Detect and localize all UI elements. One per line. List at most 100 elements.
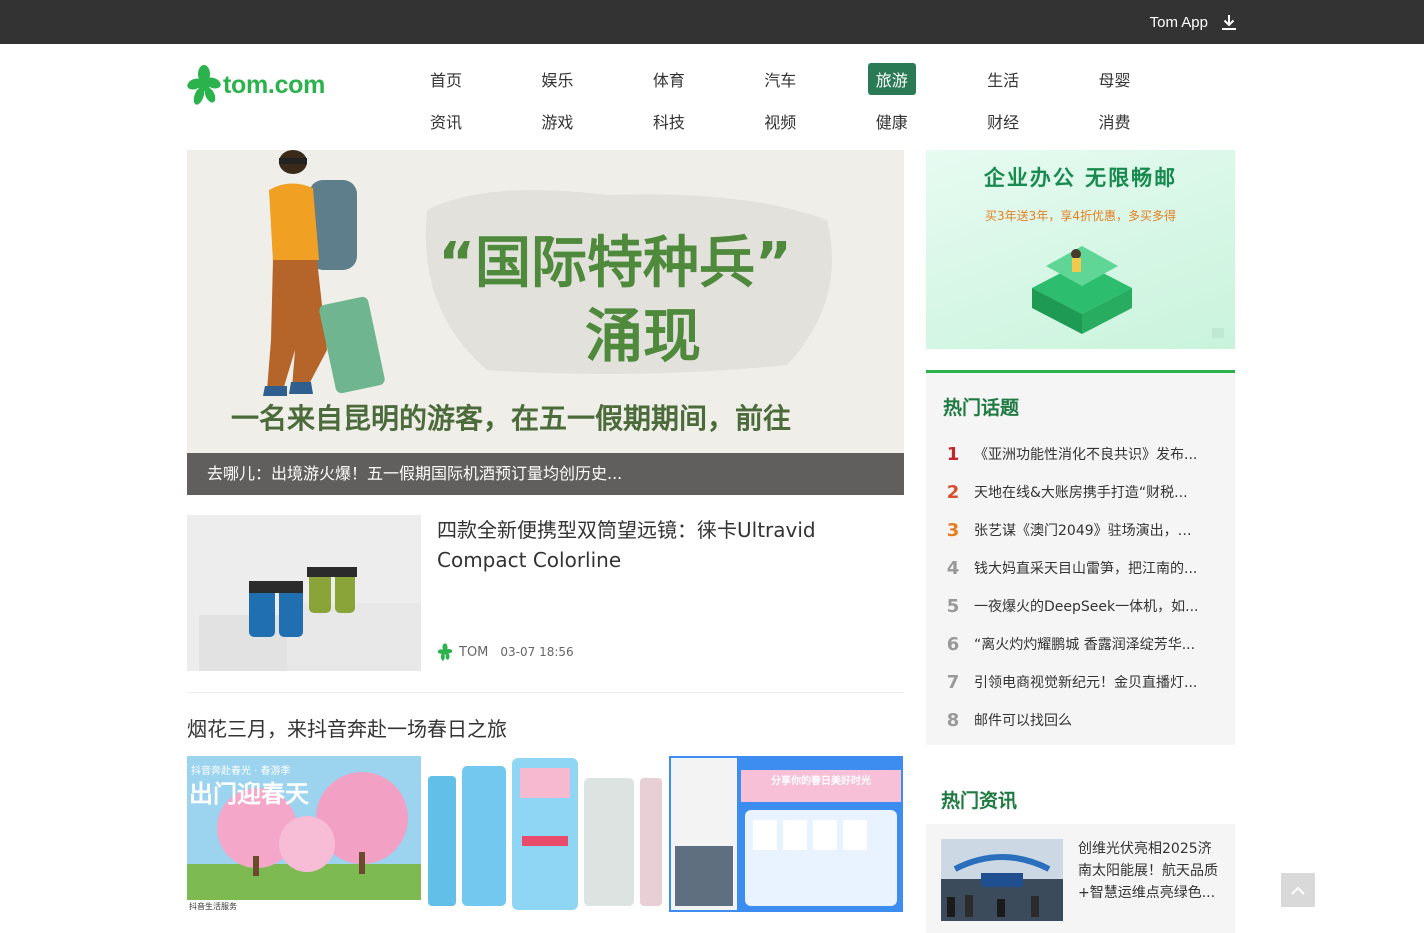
hero-caption[interactable]: 去哪儿：出境游火爆！五一假期国际机酒预订量均创历史...: [187, 453, 904, 495]
hot-topic-item[interactable]: 6 “离火灼灼耀鹏城 香露润泽绽芳华...: [926, 625, 1235, 663]
gallery-image-2[interactable]: [428, 756, 662, 912]
hot-topic-rank: 1: [946, 443, 960, 465]
expo-hall-image: [941, 839, 1063, 921]
hot-news-item[interactable]: 创维光伏亮相2025济南太阳能展！航天品质+智慧运维点亮绿色...: [926, 824, 1235, 933]
hot-topic-text: 引领电商视觉新纪元！金贝直播灯...: [974, 675, 1198, 691]
nav-item-label: 科技: [652, 113, 685, 132]
nav-item[interactable]: 视频: [744, 105, 855, 137]
hot-news-text[interactable]: 创维光伏亮相2025济南太阳能展！航天品质+智慧运维点亮绿色...: [1078, 838, 1223, 904]
hot-topic-item[interactable]: 3 张艺谋《澳门2049》驻场演出，掀...: [926, 511, 1235, 549]
hot-topics-panel: 热门话题 1 《亚洲功能性消化不良共识》发布... 2 天地在线&大账房携手打造“财税…: [926, 370, 1235, 745]
gallery-image-3-headline: 分享你的春日美好时光: [771, 774, 871, 787]
hot-topic-text: “离火灼灼耀鹏城 香露润泽绽芳华...: [974, 637, 1196, 653]
hot-topics-title: 热门话题: [943, 397, 1020, 419]
hot-topic-rank: 3: [946, 519, 960, 541]
nav-item-label: 体育: [652, 71, 685, 90]
hot-topic-rank: 8: [946, 709, 960, 731]
nav-item[interactable]: 财经: [967, 105, 1078, 137]
hot-topic-text: 《亚洲功能性消化不良共识》发布...: [974, 447, 1198, 463]
hero-image-quote: “国际特种兵”: [438, 231, 792, 296]
hot-topic-item[interactable]: 2 天地在线&大账房携手打造“财税...: [926, 473, 1235, 511]
hot-topic-text: 天地在线&大账房携手打造“财税...: [974, 485, 1188, 501]
gallery-image-1-footer: 抖音生活服务: [189, 901, 237, 911]
office-illustration: [1032, 246, 1224, 338]
nav-item-label: 娱乐: [541, 71, 574, 90]
nav-item[interactable]: 消费: [1079, 105, 1190, 137]
tom-source-icon: [437, 643, 453, 661]
gallery-image-1-headline: 出门迎春天: [189, 780, 309, 808]
hot-topic-rank: 6: [946, 633, 960, 655]
nav-item-label: 母婴: [1098, 71, 1131, 90]
nav-item[interactable]: 生活: [967, 63, 1078, 95]
nav-item[interactable]: 健康: [856, 105, 967, 137]
hot-topic-item[interactable]: 5 一夜爆火的DeepSeek一体机，如...: [926, 587, 1235, 625]
site-logo[interactable]: tom.com: [187, 64, 325, 106]
hot-topic-item[interactable]: 7 引领电商视觉新纪元！金贝直播灯...: [926, 663, 1235, 701]
nav-item-label: 首页: [430, 71, 463, 90]
hot-topic-item[interactable]: 4 钱大妈直采天目山雷笋，把江南的...: [926, 549, 1235, 587]
hot-topics-list: 1 《亚洲功能性消化不良共识》发布... 2 天地在线&大账房携手打造“财税... 3 张…: [926, 435, 1235, 739]
spring-share-image: 分享你的春日美好时光: [669, 756, 903, 912]
nav-item[interactable]: 资讯: [410, 105, 521, 137]
nav-item[interactable]: 母婴: [1079, 63, 1190, 95]
nav-item-label: 财经: [987, 113, 1020, 132]
download-icon: [1222, 15, 1236, 30]
nav-item[interactable]: 体育: [633, 63, 744, 95]
article-title[interactable]: 四款全新便携型双筒望远镜：徕卡Ultravid Compact Colorlin…: [437, 515, 857, 575]
top-bar: Tom App: [0, 0, 1424, 44]
gallery-image-3[interactable]: 分享你的春日美好时光: [669, 756, 903, 912]
hero-image: “国际特种兵” 涌现 一名来自昆明的游客，在五一假期期间，前往: [187, 150, 904, 495]
nav-row-2: 资讯 游戏 科技 视频 健康 财经 消费: [410, 100, 1190, 142]
hot-topic-item[interactable]: 8 邮件可以找回么: [926, 701, 1235, 739]
nav-item[interactable]: 娱乐: [521, 63, 632, 95]
hot-topic-rank: 5: [946, 595, 960, 617]
hot-topic-rank: 4: [946, 557, 960, 579]
nav-item-label: 生活: [987, 71, 1020, 90]
nav-item[interactable]: 游戏: [521, 105, 632, 137]
chevron-up-icon: [1291, 886, 1305, 895]
app-screens-image: [428, 756, 662, 912]
article-thumbnail[interactable]: [187, 515, 421, 671]
hero-banner[interactable]: “国际特种兵” 涌现 一名来自昆明的游客，在五一假期期间，前往 去哪儿：出境游火…: [187, 150, 904, 495]
back-to-top-button[interactable]: [1281, 873, 1315, 907]
hot-topic-text: 张艺谋《澳门2049》驻场演出，掀...: [974, 523, 1202, 539]
section-title[interactable]: 烟花三月，来抖音奔赴一场春日之旅: [187, 713, 507, 742]
hot-topic-item[interactable]: 1 《亚洲功能性消化不良共识》发布...: [926, 435, 1235, 473]
tom-app-label: Tom App: [1149, 13, 1208, 31]
hero-image-subtitle: 一名来自昆明的游客，在五一假期期间，前往: [231, 402, 791, 435]
ad-banner[interactable]: 企业办公 无限畅邮 买3年送3年，享4折优惠，多买多得: [926, 150, 1235, 349]
tom-logo-icon: [187, 65, 221, 105]
gallery-image-1[interactable]: 抖音奔赴春光 · 春游季 出门迎春天 抖音生活服务: [187, 756, 421, 912]
nav-row-1: 首页 娱乐 体育 汽车 旅游 生活 母婴: [410, 58, 1190, 100]
tom-app-download-link[interactable]: Tom App: [1150, 0, 1238, 44]
hot-news-title: 热门资讯: [941, 790, 1018, 812]
gallery-image-1-tag: 抖音奔赴春光 · 春游季: [191, 764, 291, 777]
nav-item[interactable]: 旅游: [856, 63, 967, 95]
nav-item-label: 消费: [1098, 113, 1131, 132]
hot-topic-text: 一夜爆火的DeepSeek一体机，如...: [974, 599, 1199, 615]
hero-image-title: 涌现: [585, 302, 701, 370]
hot-topic-text: 钱大妈直采天目山雷笋，把江南的...: [974, 561, 1198, 577]
divider: [187, 692, 904, 693]
nav-item-label: 资讯: [430, 113, 463, 132]
hot-topic-text: 邮件可以找回么: [974, 713, 1072, 729]
binoculars-image: [187, 515, 421, 671]
nav-item[interactable]: 首页: [410, 63, 521, 95]
article-card[interactable]: 四款全新便携型双筒望远镜：徕卡Ultravid Compact Colorlin…: [187, 515, 904, 671]
logo-text: tom.com: [223, 70, 326, 99]
nav-item-label: 汽车: [764, 71, 797, 90]
hot-topic-rank: 7: [946, 671, 960, 693]
nav-item-label: 视频: [764, 113, 797, 132]
hot-topic-rank: 2: [946, 481, 960, 503]
nav-item[interactable]: 科技: [633, 105, 744, 137]
main-nav: 首页 娱乐 体育 汽车 旅游 生活 母婴 资讯 游戏 科技 视频 健康 财经 消费: [410, 58, 1190, 142]
nav-item-label: 旅游: [867, 63, 916, 95]
nav-item-label: 健康: [875, 113, 908, 132]
article-time: 03-07 18:56: [500, 645, 574, 659]
article-meta: TOM 03-07 18:56: [437, 643, 574, 661]
hot-news-thumbnail[interactable]: [941, 839, 1063, 921]
nav-item-label: 游戏: [541, 113, 574, 132]
spring-blossom-image: 抖音奔赴春光 · 春游季 出门迎春天 抖音生活服务: [187, 756, 421, 912]
article-source: TOM: [459, 644, 489, 660]
nav-item[interactable]: 汽车: [744, 63, 855, 95]
